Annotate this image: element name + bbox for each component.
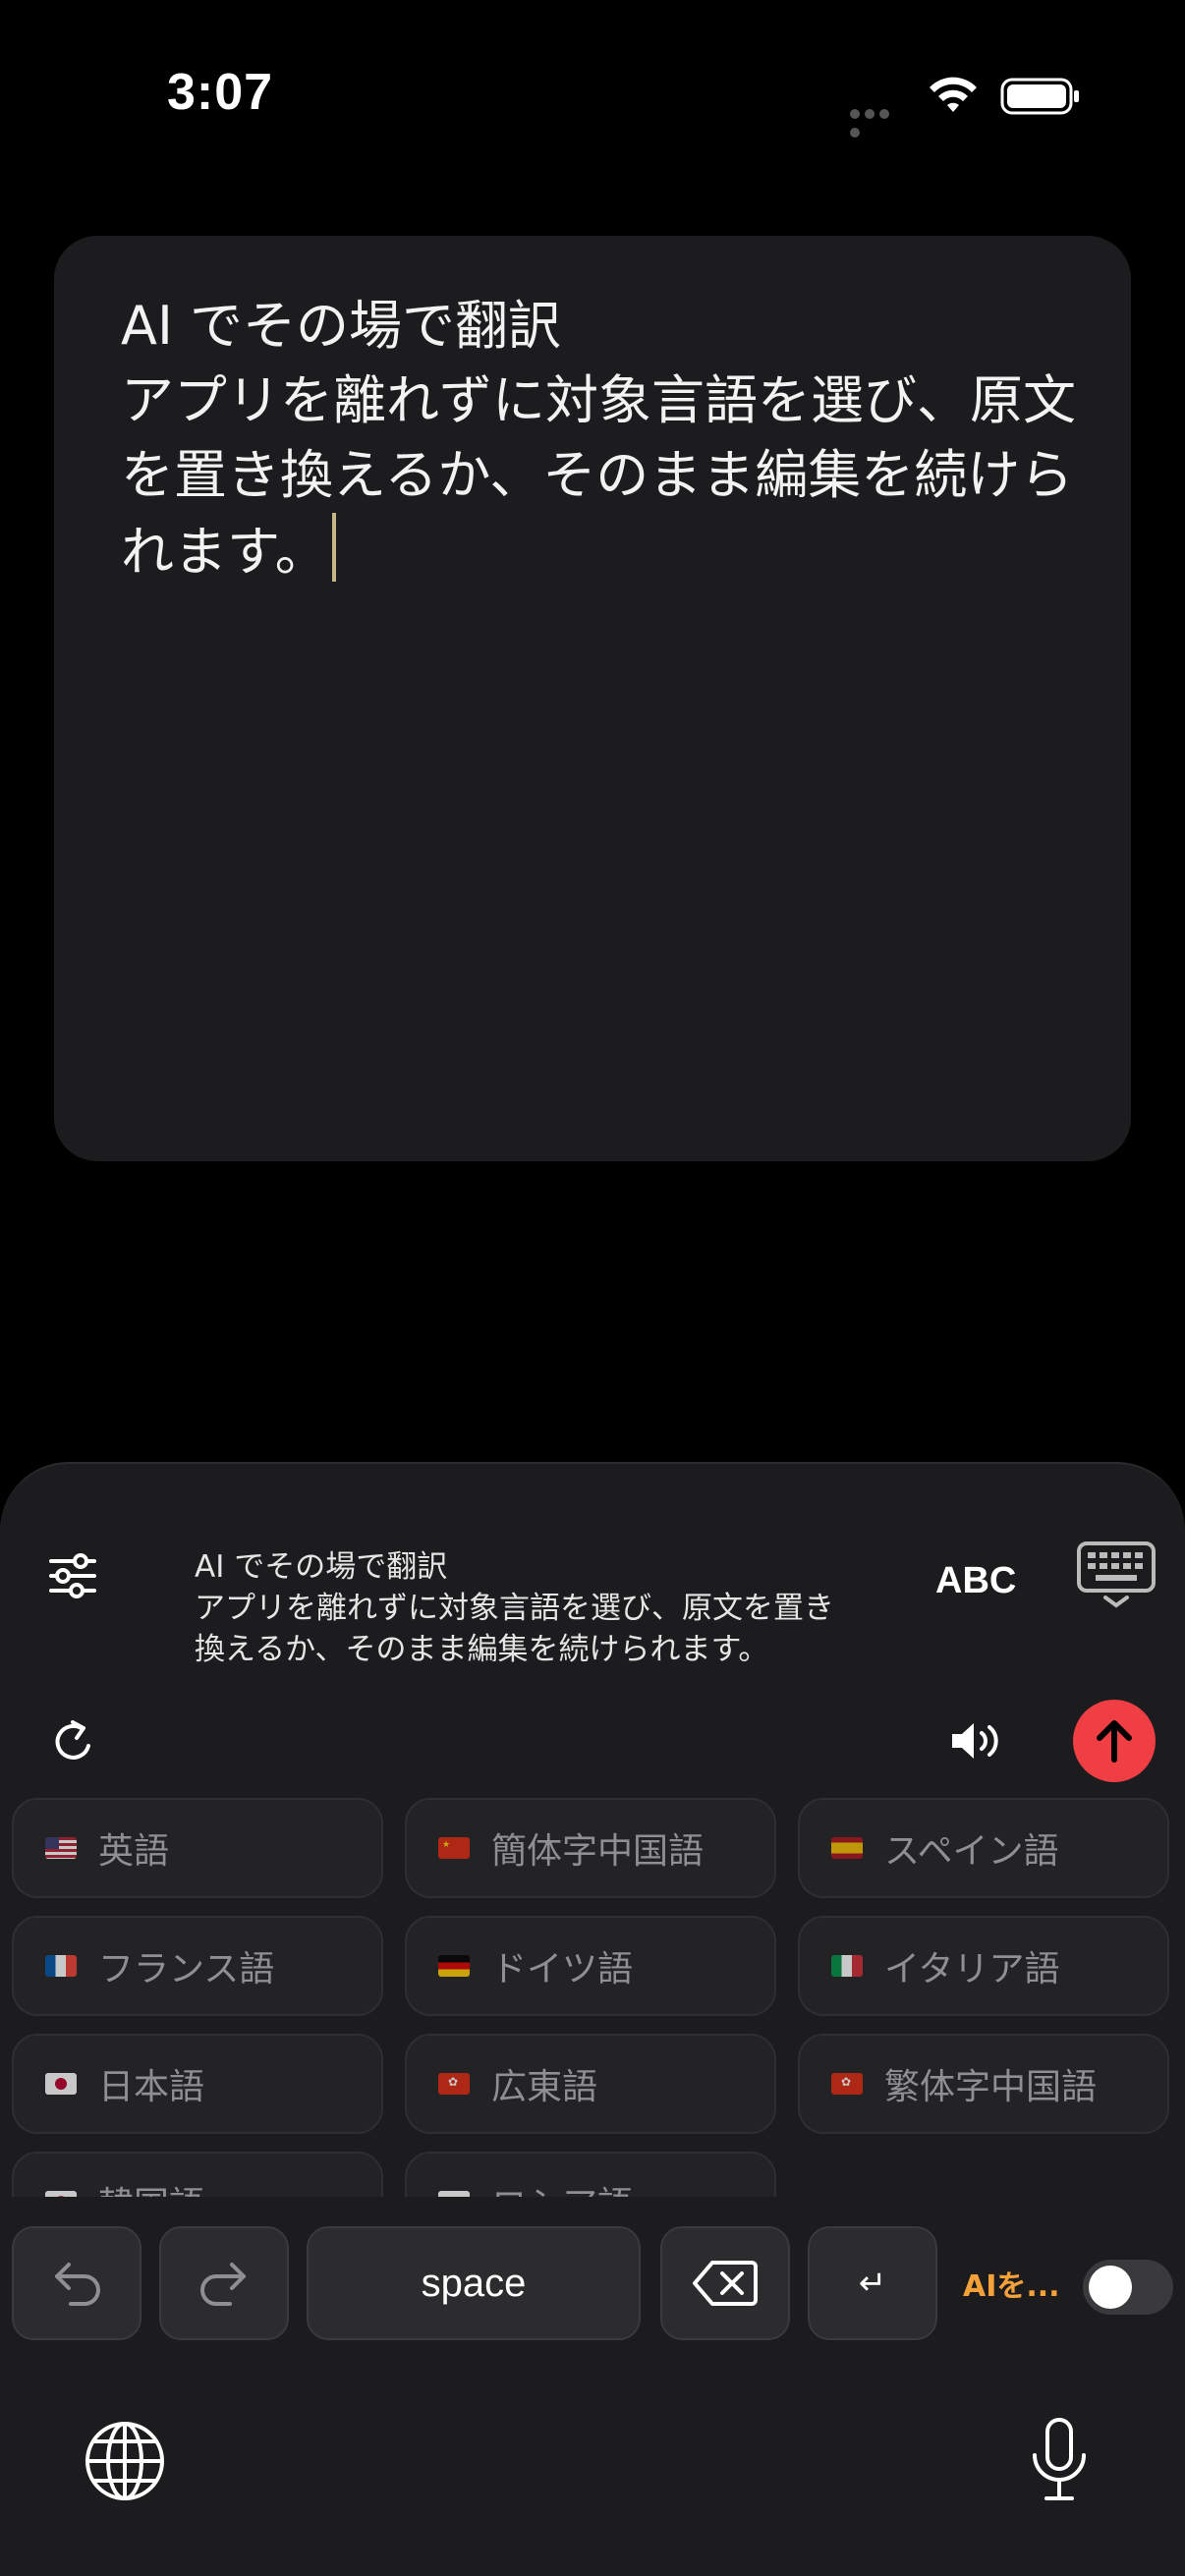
speak-button[interactable]	[945, 1709, 1008, 1772]
fr-flag-icon	[45, 1955, 77, 1977]
language-chip-german[interactable]: ドイツ語	[405, 1916, 776, 2016]
battery-icon	[1000, 78, 1079, 115]
redo-icon	[200, 2263, 246, 2306]
de-flag-icon	[438, 1955, 470, 1977]
mode-abc-button[interactable]: ABC	[935, 1560, 1016, 1602]
translation-preview-text: AI でその場で翻訳 アプリを離れずに対象言語を選び、原文を置き換えるか、そのま…	[195, 1549, 834, 1667]
refresh-icon	[55, 1720, 90, 1760]
arrow-up-icon	[1097, 1720, 1132, 1763]
dismiss-keyboard-button[interactable]	[1073, 1539, 1159, 1613]
language-chip-cantonese[interactable]: ✿ 広東語	[405, 2034, 776, 2134]
ru-flag-icon	[438, 2191, 470, 2197]
undo-button[interactable]	[12, 2226, 141, 2340]
kr-flag-icon	[45, 2191, 77, 2197]
space-key[interactable]: space	[307, 2226, 641, 2340]
language-chip-french[interactable]: フランス語	[12, 1916, 383, 2016]
sliders-icon	[49, 1553, 96, 1598]
backspace-icon	[693, 2261, 758, 2306]
language-grid: 英語 ★ 簡体字中国語 スペイン語 フランス語 ドイツ語 イタリア語 日本語 ✿	[12, 1798, 1173, 2197]
text-editor[interactable]: AI でその場で翻訳 アプリを離れずに対象言語を選び、原文を置き換えるか、そのま…	[54, 236, 1131, 1161]
text-caret	[331, 513, 336, 582]
es-flag-icon	[831, 1837, 863, 1859]
return-key[interactable]: ↵	[808, 2226, 937, 2340]
switch-keyboard-globe-button[interactable]	[81, 2417, 169, 2505]
ai-toggle-switch[interactable]	[1083, 2260, 1173, 2315]
refresh-button[interactable]	[39, 1709, 106, 1776]
language-chip-english[interactable]: 英語	[12, 1798, 383, 1898]
keyboard-icon	[1077, 1541, 1156, 1608]
speaker-icon	[952, 1723, 998, 1759]
language-chip-traditional-chinese[interactable]: ✿ 繁体字中国語	[798, 2034, 1169, 2134]
translate-keyboard: AI でその場で翻訳 アプリを離れずに対象言語を選び、原文を置き換えるか、そのま…	[0, 1462, 1185, 2576]
ai-toggle-label: AIを...	[963, 2269, 1060, 2304]
settings-sliders-button[interactable]	[39, 1542, 106, 1609]
redo-button[interactable]	[159, 2226, 289, 2340]
cellular-dots-icon	[850, 104, 905, 138]
toggle-knob	[1089, 2266, 1132, 2309]
editor-text-content[interactable]: AI でその場で翻訳 アプリを離れずに対象言語を選び、原文を置き換えるか、そのま…	[121, 289, 1084, 589]
jp-flag-icon	[45, 2073, 77, 2095]
us-flag-icon	[45, 1837, 77, 1859]
cn-flag-icon: ★	[438, 1837, 470, 1859]
wifi-icon	[930, 77, 977, 112]
dictation-microphone-button[interactable]	[1018, 2413, 1100, 2507]
globe-icon	[85, 2422, 164, 2500]
language-chip-korean[interactable]: 韓国語	[12, 2152, 383, 2197]
send-button[interactable]	[1073, 1700, 1156, 1782]
language-chip-russian[interactable]: ロシア語	[405, 2152, 776, 2197]
hk-flag-icon: ✿	[438, 2073, 470, 2095]
language-chip-italian[interactable]: イタリア語	[798, 1916, 1169, 2016]
language-chip-spanish[interactable]: スペイン語	[798, 1798, 1169, 1898]
status-time: 3:07	[167, 64, 274, 121]
language-chip-simplified-chinese[interactable]: ★ 簡体字中国語	[405, 1798, 776, 1898]
undo-icon	[55, 2263, 100, 2306]
editor-text: AI でその場で翻訳 アプリを離れずに対象言語を選び、原文を置き換えるか、そのま…	[121, 295, 1076, 583]
backspace-key[interactable]	[660, 2226, 790, 2340]
language-chip-japanese[interactable]: 日本語	[12, 2034, 383, 2134]
microphone-icon	[1033, 2418, 1086, 2500]
status-bar: 3:07	[0, 0, 1185, 187]
it-flag-icon	[831, 1955, 863, 1977]
hk-flag-icon: ✿	[831, 2073, 863, 2095]
